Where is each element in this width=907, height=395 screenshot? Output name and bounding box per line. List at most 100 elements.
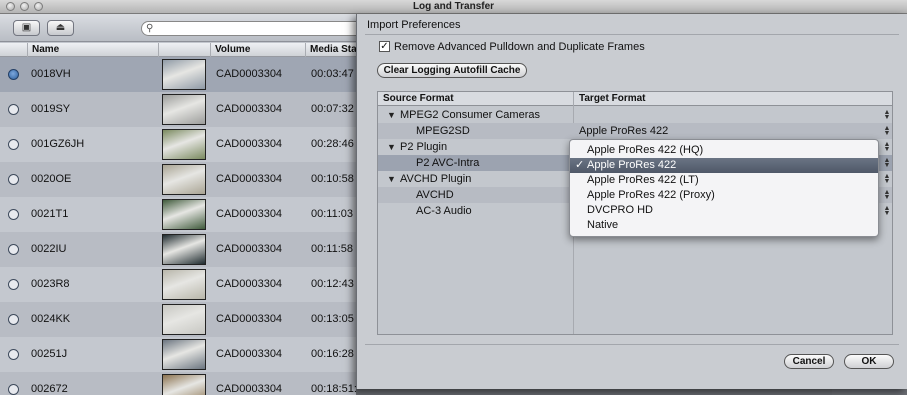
target-format-header[interactable]: Target Format	[574, 92, 646, 106]
clip-row[interactable]: 0018VH CAD0003304 00:03:47	[0, 57, 356, 92]
clip-volume: CAD0003304	[216, 348, 283, 360]
source-format-name: AVCHD	[416, 189, 454, 201]
clip-media-start: 00:16:28	[311, 348, 354, 360]
disclosure-triangle-icon[interactable]: ▼	[387, 139, 396, 155]
clip-status-indicator[interactable]	[8, 349, 19, 360]
clip-media-start: 00:10:58	[311, 173, 354, 185]
clip-status-indicator[interactable]	[8, 244, 19, 255]
clip-volume: CAD0003304	[216, 383, 283, 395]
clip-row[interactable]: 0019SY CAD0003304 00:07:32	[0, 92, 356, 127]
format-group-name: AVCHD Plugin	[400, 173, 472, 185]
clip-media-start: 00:12:43	[311, 278, 354, 290]
clip-row[interactable]: 0023R8 CAD0003304 00:12:43	[0, 267, 356, 302]
cancel-button[interactable]: Cancel	[784, 354, 834, 369]
format-group-name: MPEG2 Consumer Cameras	[400, 109, 540, 121]
menu-item-label: Apple ProRes 422 (Proxy)	[587, 189, 715, 201]
clip-row[interactable]: 0020OE CAD0003304 00:10:58	[0, 162, 356, 197]
clip-volume: CAD0003304	[216, 313, 283, 325]
source-format-header[interactable]: Source Format	[378, 92, 454, 106]
clip-status-indicator[interactable]	[8, 139, 19, 150]
source-format-name: AC-3 Audio	[416, 205, 472, 217]
thumbnail-column-header[interactable]	[158, 43, 210, 57]
clip-row[interactable]: 002672 CAD0003304 00:18:51:19	[0, 372, 356, 395]
ok-button[interactable]: OK	[844, 354, 894, 369]
folder-plus-icon: ▣	[21, 22, 32, 33]
eject-button[interactable]: ⏏	[47, 20, 74, 36]
stepper-arrows-icon[interactable]: ▲ ▼	[883, 205, 891, 217]
clip-thumbnail	[162, 164, 206, 195]
stepper-arrows-icon[interactable]: ▲ ▼	[883, 125, 891, 137]
media-start-column-header[interactable]: Media Sta	[305, 43, 356, 57]
clip-thumbnail	[162, 374, 206, 395]
clip-volume: CAD0003304	[216, 68, 283, 80]
menu-item[interactable]: DVCPRO HD	[570, 203, 878, 218]
target-format-value[interactable]: Apple ProRes 422	[579, 123, 668, 139]
clip-status-indicator[interactable]	[8, 69, 19, 80]
remove-pulldown-checkbox[interactable]: ✓	[379, 41, 390, 52]
clip-status-indicator[interactable]	[8, 104, 19, 115]
clip-status-indicator[interactable]	[8, 384, 19, 395]
clip-name: 0020OE	[31, 173, 72, 185]
menu-item[interactable]: Apple ProRes 422 (LT)	[570, 173, 878, 188]
menu-item-label: Native	[587, 219, 619, 231]
stepper-arrows-icon[interactable]: ▲ ▼	[883, 173, 891, 185]
clip-status-indicator[interactable]	[8, 314, 19, 325]
remove-pulldown-label: Remove Advanced Pulldown and Duplicate F…	[394, 41, 645, 53]
clip-row[interactable]: 001GZ6JH CAD0003304 00:28:46	[0, 127, 356, 162]
import-preferences-dialog: Import Preferences ✓ Remove Advanced Pul…	[356, 14, 907, 389]
clip-name: 0022IU	[31, 243, 67, 255]
clip-media-start: 00:18:51:19	[311, 383, 356, 395]
format-group-name: P2 Plugin	[400, 141, 448, 153]
title-bar: Log and Transfer	[0, 0, 907, 14]
clip-row[interactable]: 00251J CAD0003304 00:16:28	[0, 337, 356, 372]
clip-browser: ▣ ⏏ ⚲ Name Volume Media Sta 0018VH CAD000…	[0, 14, 356, 395]
clip-media-start: 00:11:03	[311, 208, 354, 220]
dialog-title: Import Preferences	[367, 19, 461, 31]
disclosure-triangle-icon[interactable]: ▼	[387, 107, 396, 123]
menu-item[interactable]: Native	[570, 218, 878, 233]
clip-status-indicator[interactable]	[8, 174, 19, 185]
stepper-arrows-icon[interactable]: ▲ ▼	[883, 189, 891, 201]
clip-name: 0021T1	[31, 208, 69, 220]
clip-thumbnail	[162, 199, 206, 230]
clip-volume: CAD0003304	[216, 208, 283, 220]
clip-name: 0023R8	[31, 278, 70, 290]
clip-thumbnail	[162, 234, 206, 265]
clip-name: 002672	[31, 383, 68, 395]
menu-item[interactable]: Apple ProRes 422 (Proxy)	[570, 188, 878, 203]
format-group-row[interactable]: ▼ MPEG2 Consumer Cameras ▲ ▼	[378, 107, 892, 123]
menu-item[interactable]: Apple ProRes 422 (HQ)	[570, 143, 878, 158]
target-format-menu[interactable]: Apple ProRes 422 (HQ) ✓ Apple ProRes 422 Ap…	[569, 139, 879, 237]
clip-name: 00251J	[31, 348, 68, 360]
clip-row[interactable]: 0024KK CAD0003304 00:13:05	[0, 302, 356, 337]
clip-media-start: 00:13:05	[311, 313, 354, 325]
format-row[interactable]: MPEG2SD Apple ProRes 422 ▲ ▼	[378, 123, 892, 139]
clip-row[interactable]: 0021T1 CAD0003304 00:11:03	[0, 197, 356, 232]
clip-name: 0024KK	[31, 313, 71, 325]
search-field[interactable]: ⚲	[141, 21, 356, 36]
clip-thumbnail	[162, 269, 206, 300]
menu-item-label: Apple ProRes 422 (HQ)	[587, 144, 704, 156]
menu-item-label: DVCPRO HD	[587, 204, 654, 216]
clip-row[interactable]: 0022IU CAD0003304 00:11:58	[0, 232, 356, 267]
clear-autofill-cache-button[interactable]: Clear Logging Autofill Cache	[377, 63, 527, 78]
stepper-arrows-icon[interactable]: ▲ ▼	[883, 157, 891, 169]
clip-volume: CAD0003304	[216, 243, 283, 255]
clip-name: 0019SY	[31, 103, 71, 115]
clip-name: 0018VH	[31, 68, 71, 80]
clip-thumbnail	[162, 94, 206, 125]
menu-item[interactable]: ✓ Apple ProRes 422	[570, 158, 878, 173]
clip-name: 001GZ6JH	[31, 138, 85, 150]
status-column-header[interactable]	[0, 43, 27, 57]
clip-status-indicator[interactable]	[8, 209, 19, 220]
disclosure-triangle-icon[interactable]: ▼	[387, 171, 396, 187]
clip-thumbnail	[162, 129, 206, 160]
volume-column-header[interactable]: Volume	[210, 43, 305, 57]
divider	[365, 344, 899, 345]
add-folder-button[interactable]: ▣	[13, 20, 40, 36]
clip-media-start: 00:28:46	[311, 138, 354, 150]
name-column-header[interactable]: Name	[27, 43, 158, 57]
stepper-arrows-icon[interactable]: ▲ ▼	[883, 109, 891, 121]
stepper-arrows-icon[interactable]: ▲ ▼	[883, 141, 891, 153]
clip-status-indicator[interactable]	[8, 279, 19, 290]
